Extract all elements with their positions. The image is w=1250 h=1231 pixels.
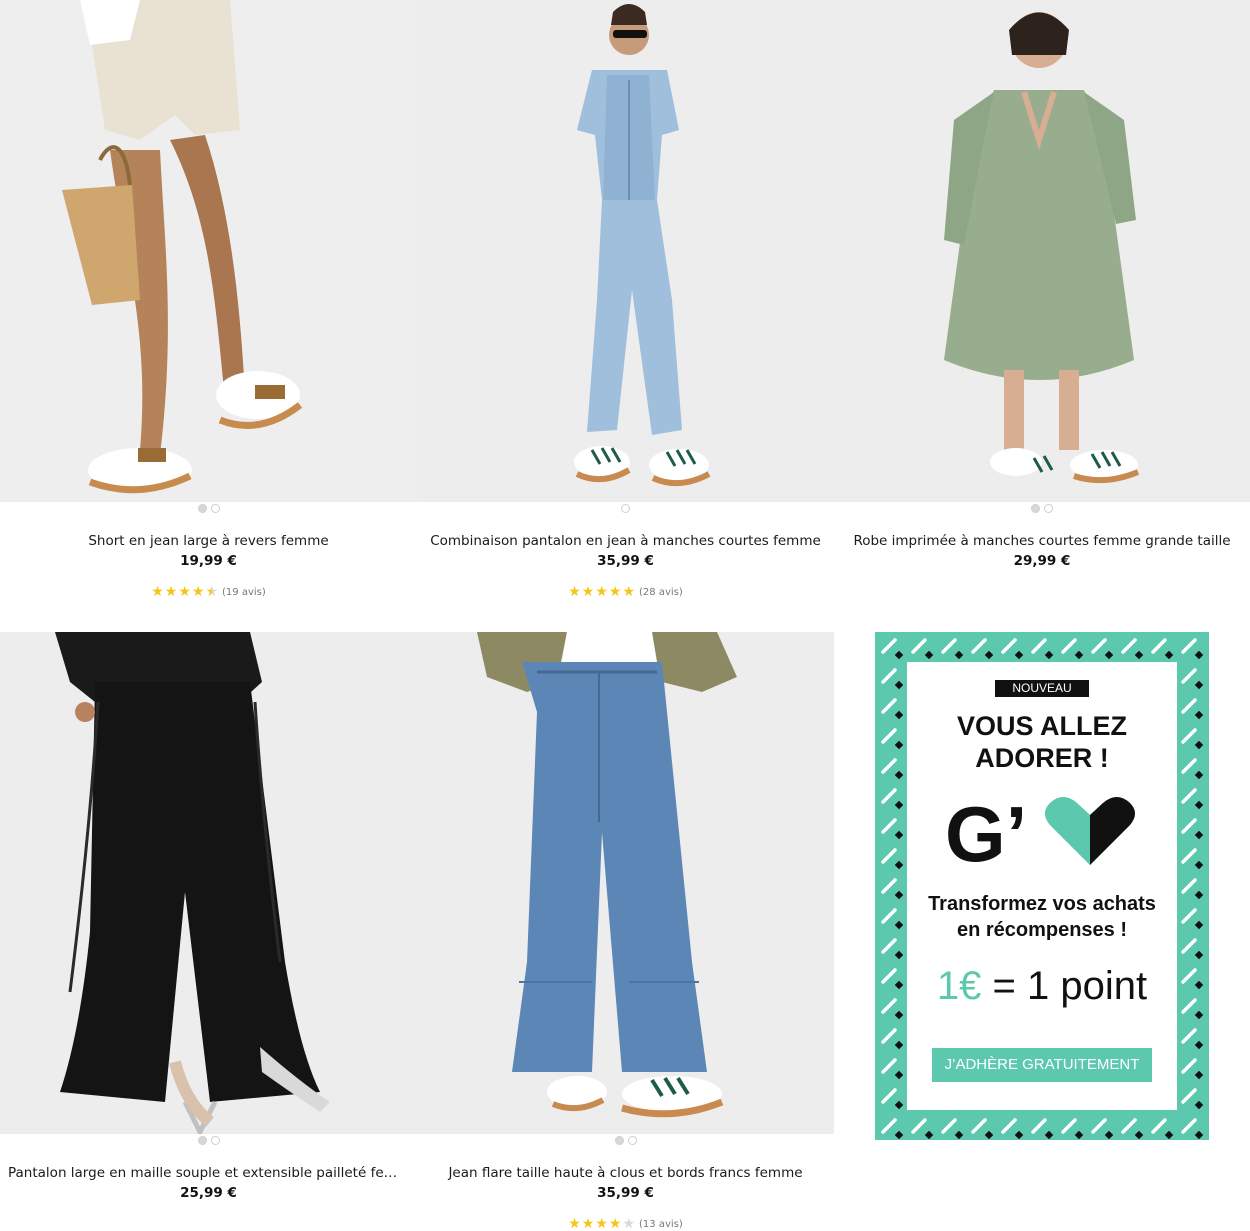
product-card-robe[interactable]: Robe imprimée à manches courtes femme gr… <box>834 0 1250 569</box>
review-count: (19 avis) <box>222 586 266 598</box>
product-photo-combinaison <box>417 0 834 502</box>
star-rating-icon: ★ ★ ★ ★ ★ <box>568 585 635 599</box>
new-badge: NOUVEAU <box>995 680 1089 697</box>
review-count: (13 avis) <box>639 1218 683 1230</box>
product-card-combinaison[interactable]: Combinaison pantalon en jean à manches c… <box>417 0 834 599</box>
product-title[interactable]: Pantalon large en maille souple et exten… <box>0 1165 417 1181</box>
product-rating[interactable]: ★ ★ ★ ★ ★ (13 avis) <box>417 1217 834 1231</box>
review-count: (28 avis) <box>639 586 683 598</box>
product-rating[interactable]: ★ ★ ★ ★ ★ (19 avis) <box>0 585 417 599</box>
promo-headline-line2: ADORER ! <box>975 743 1109 773</box>
star-icon: ★ <box>608 584 622 600</box>
product-price: 25,99 € <box>180 1185 237 1201</box>
product-image[interactable] <box>417 0 834 502</box>
carousel-dot[interactable] <box>210 1136 220 1145</box>
star-icon: ★ <box>595 1216 608 1231</box>
product-photo-pantalon <box>0 632 417 1134</box>
star-icon: ★ <box>608 1216 622 1231</box>
star-rating-icon: ★ ★ ★ ★ ★ <box>151 585 218 599</box>
star-icon: ★ <box>581 584 595 600</box>
image-carousel-dots <box>0 504 417 516</box>
product-card-short[interactable]: Short en jean large à revers femme 19,99… <box>0 0 417 599</box>
points-equation: 1€ = 1 point <box>875 962 1209 1010</box>
promo-subtitle-line2: en récompenses ! <box>956 919 1128 941</box>
product-card-pantalon[interactable]: Pantalon large en maille souple et exten… <box>0 632 417 1201</box>
product-price: 35,99 € <box>597 553 654 569</box>
half-star-icon: ★ <box>205 584 219 600</box>
promo-headline: VOUS ALLEZ ADORER ! <box>875 710 1209 774</box>
product-price: 35,99 € <box>597 1185 654 1201</box>
points-amount: = 1 point <box>981 964 1148 1008</box>
star-icon: ★ <box>595 584 608 600</box>
star-icon: ★ <box>581 1216 595 1231</box>
product-title[interactable]: Short en jean large à revers femme <box>0 533 417 549</box>
image-carousel-dots <box>417 1136 834 1148</box>
product-price: 19,99 € <box>180 553 237 569</box>
carousel-dot[interactable] <box>1031 504 1040 513</box>
carousel-dot[interactable] <box>627 1136 637 1145</box>
star-icon: ★ <box>568 1216 581 1231</box>
carousel-dot[interactable] <box>621 504 630 513</box>
promo-subtitle-line1: Transformez vos achats <box>928 893 1156 915</box>
carousel-dot[interactable] <box>197 504 207 513</box>
carousel-dot[interactable] <box>1044 504 1053 513</box>
star-empty-icon: ★ <box>622 1216 636 1231</box>
carousel-dot[interactable] <box>197 1136 207 1145</box>
product-title[interactable]: Robe imprimée à manches courtes femme gr… <box>834 533 1250 549</box>
product-image[interactable] <box>834 0 1250 502</box>
product-title[interactable]: Jean flare taille haute à clous et bords… <box>417 1165 834 1181</box>
star-icon: ★ <box>178 584 191 600</box>
star-icon: ★ <box>164 584 178 600</box>
product-photo-jean <box>417 632 834 1134</box>
carousel-dot[interactable] <box>210 504 220 513</box>
star-icon: ★ <box>191 584 205 600</box>
image-carousel-dots <box>417 504 834 516</box>
loyalty-heart-logo-icon: G’ <box>945 793 1135 868</box>
join-free-button[interactable]: J’ADHÈRE GRATUITEMENT <box>932 1048 1152 1082</box>
product-photo-short <box>0 0 417 502</box>
star-icon: ★ <box>568 584 581 600</box>
product-rating[interactable]: ★ ★ ★ ★ ★ (28 avis) <box>417 585 834 599</box>
product-image[interactable] <box>417 632 834 1134</box>
product-price: 29,99 € <box>1013 553 1071 569</box>
product-photo-robe <box>834 0 1250 502</box>
euro-amount: 1€ <box>936 964 982 1008</box>
promo-headline-line1: VOUS ALLEZ <box>956 711 1127 741</box>
product-image[interactable] <box>0 0 417 502</box>
product-card-jean-flare[interactable]: Jean flare taille haute à clous et bords… <box>417 632 834 1231</box>
carousel-dot[interactable] <box>614 1136 624 1145</box>
image-carousel-dots <box>834 504 1250 516</box>
product-title[interactable]: Combinaison pantalon en jean à manches c… <box>417 533 834 549</box>
logo-letter: G’ <box>945 793 1027 868</box>
promo-subtitle: Transformez vos achats en récompenses ! <box>875 891 1209 943</box>
star-icon: ★ <box>622 584 636 600</box>
product-image[interactable] <box>0 632 417 1134</box>
star-icon: ★ <box>151 584 164 600</box>
star-rating-icon: ★ ★ ★ ★ ★ <box>568 1217 635 1231</box>
image-carousel-dots <box>0 1136 417 1148</box>
